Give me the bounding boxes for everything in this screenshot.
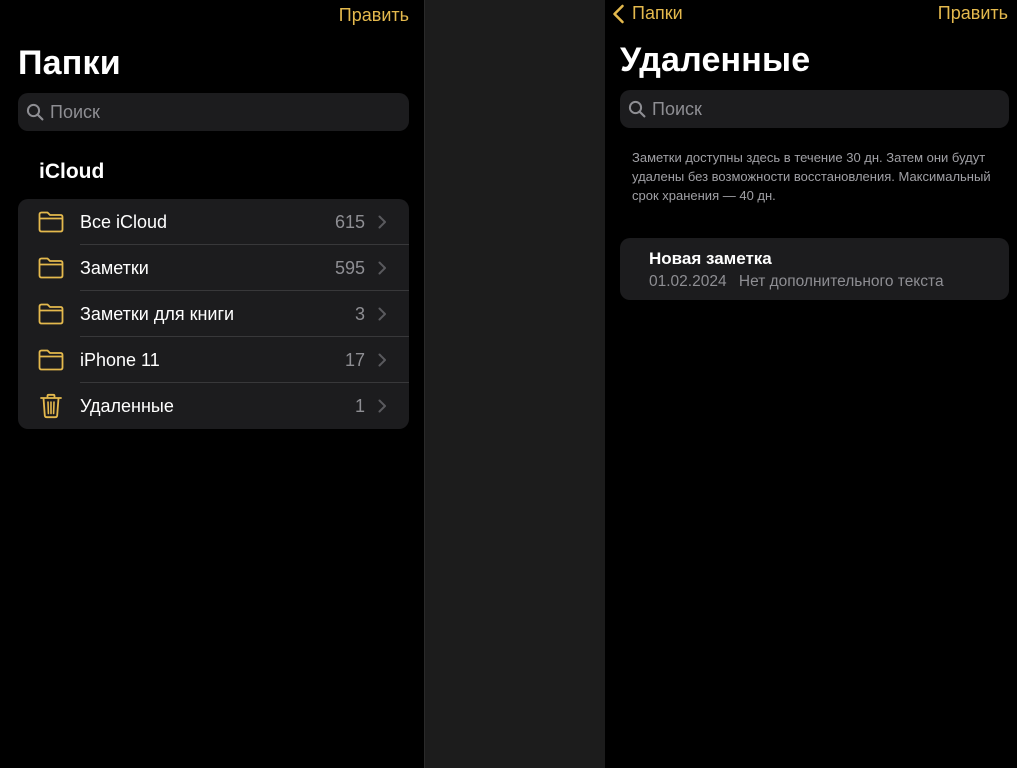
deleted-info-text: Заметки доступны здесь в течение 30 дн. … (632, 150, 991, 203)
folder-icon (37, 347, 65, 373)
folder-row-all-icloud[interactable]: Все iCloud 615 (18, 199, 409, 245)
folder-count: 17 (344, 349, 365, 370)
note-preview: Нет дополнительного текста (738, 273, 944, 290)
folder-label: Заметки (80, 257, 149, 278)
chevron-right-icon (378, 215, 386, 229)
folder-count: 595 (334, 257, 365, 278)
trash-icon (37, 393, 65, 419)
search-icon (26, 103, 44, 121)
folder-icon (37, 301, 65, 327)
folder-count: 1 (354, 395, 365, 416)
folder-row-book-notes[interactable]: Заметки для книги 3 (18, 291, 409, 337)
folders-search-bar[interactable] (18, 93, 409, 131)
folder-row-notes[interactable]: Заметки 595 (18, 245, 409, 291)
chevron-right-icon (378, 353, 386, 367)
note-date: 01.02.2024 (649, 273, 727, 290)
back-to-folders-button[interactable]: Папки (612, 3, 683, 24)
note-card[interactable]: Новая заметка 01.02.2024 Нет дополнитель… (620, 238, 1009, 300)
screen: Править Папки iCloud Все iCloud 615 (0, 0, 1017, 768)
folder-list: Все iCloud 615 Заметки 595 Заметки для к… (18, 199, 409, 429)
search-icon (628, 100, 646, 118)
folder-icon (37, 255, 65, 281)
note-title: Новая заметка (649, 249, 772, 268)
deleted-title: Удаленные (620, 41, 811, 79)
pane-divider-strip (424, 0, 605, 768)
chevron-left-icon (613, 4, 624, 23)
folder-row-iphone-11[interactable]: iPhone 11 17 (18, 337, 409, 383)
folders-title: Папки (18, 44, 121, 82)
chevron-right-icon (378, 307, 386, 321)
chevron-right-icon (378, 399, 386, 413)
folders-search-input[interactable] (50, 101, 409, 123)
chevron-right-icon (378, 261, 386, 275)
note-meta: 01.02.2024 Нет дополнительного текста (649, 273, 944, 291)
icloud-section-header: iCloud (39, 160, 105, 183)
deleted-pane: Папки Править Удаленные Заметки доступны… (605, 0, 1017, 768)
folder-label: Удаленные (80, 395, 174, 416)
folder-count: 615 (334, 211, 365, 232)
folder-label: iPhone 11 (80, 349, 160, 370)
folders-pane: Править Папки iCloud Все iCloud 615 (0, 0, 424, 768)
folder-row-deleted[interactable]: Удаленные 1 (18, 383, 409, 429)
folder-count: 3 (354, 303, 365, 324)
folder-label: Все iCloud (80, 211, 168, 232)
folder-icon (37, 209, 65, 235)
deleted-search-input[interactable] (652, 98, 1009, 120)
folders-edit-button[interactable]: Править (339, 5, 409, 26)
deleted-search-bar[interactable] (620, 90, 1009, 128)
deleted-edit-button[interactable]: Править (938, 3, 1008, 24)
back-button-label: Папки (632, 3, 683, 23)
folder-label: Заметки для книги (80, 303, 235, 324)
